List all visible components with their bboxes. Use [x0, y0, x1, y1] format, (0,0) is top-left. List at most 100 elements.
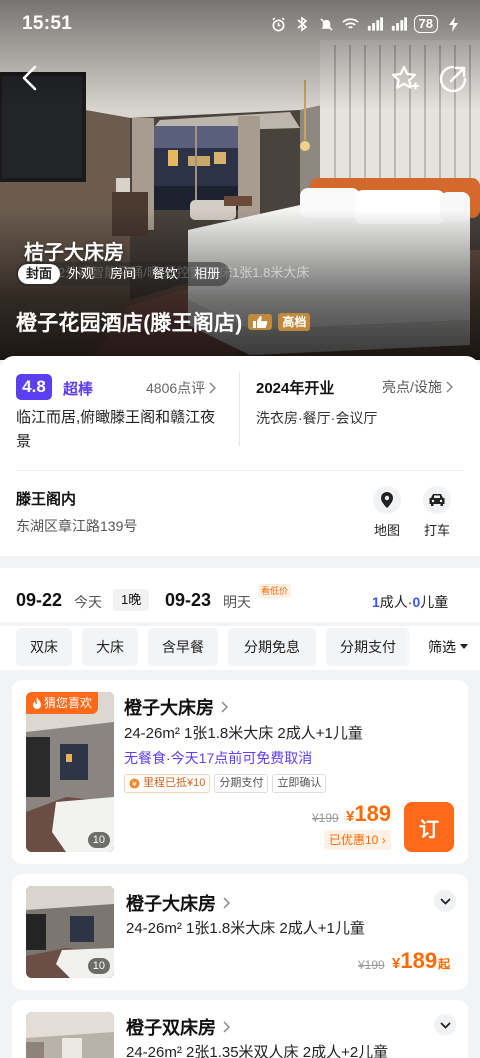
chevron-right-icon	[223, 897, 230, 909]
back-arrow-icon	[22, 65, 37, 91]
filter-label: 筛选	[428, 639, 456, 655]
room-card[interactable]: 猜您喜欢 10 橙子大床房 24-26m² 1张1.8米大床 2成人+1儿童 无…	[12, 680, 468, 864]
room-card[interactable]: 橙子双床房 24-26m² 2张1.35米双人床 2成人+2儿童	[12, 1000, 468, 1058]
photo-tab-room[interactable]: 房间	[102, 264, 144, 284]
thumbs-up-badge-icon	[248, 314, 273, 330]
room-title[interactable]: 橙子双床房	[126, 1014, 230, 1040]
mileage-tag-label: 里程已抵¥10	[143, 777, 206, 789]
photo-count: 10	[87, 832, 110, 848]
facility-list: 洗衣房·餐厅·会议厅	[256, 410, 378, 426]
favorite-button[interactable]	[388, 62, 422, 96]
svg-text:¥: ¥	[132, 779, 137, 788]
grade-badge: 高档	[278, 313, 311, 331]
photo-tab-album[interactable]: 相册	[186, 264, 228, 284]
room-spec: 24-26m² 1张1.8米大床 2成人+1儿童	[126, 920, 365, 937]
flame-icon	[33, 697, 41, 709]
status-time: 15:51	[22, 13, 73, 34]
current-price: ¥189起	[392, 948, 450, 974]
children-label: 儿童	[420, 594, 449, 610]
hotel-detail-page: 15:51 78 桔子大床房 封面 外观 房间 餐饮 相册 橙子花园酒店(滕王阁…	[0, 0, 480, 1058]
filter-chip-twin[interactable]: 双床	[16, 628, 72, 666]
map-label: 地图	[373, 523, 400, 538]
alarm-icon	[270, 16, 287, 33]
taxi-button[interactable]: 打车	[420, 486, 454, 539]
photo-tab-cover[interactable]: 封面	[18, 264, 61, 284]
room-name: 橙子双床房	[126, 1018, 216, 1038]
checkin-date[interactable]: 09-22	[16, 590, 62, 611]
charging-icon	[445, 16, 462, 33]
filter-chip-breakfast[interactable]: 含早餐	[148, 628, 218, 666]
hotel-photo-gallery[interactable]: 15:51 78 桔子大床房 封面 外观 房间 餐饮 相册 橙子花园酒店(滕王阁…	[0, 0, 480, 360]
rating-score[interactable]: 4.8	[16, 374, 52, 400]
rating-word[interactable]: 超棒	[63, 378, 93, 399]
room-policy: 无餐食·今天17点前可免费取消	[124, 750, 313, 766]
room-spec: 24-26m² 2张1.35米双人床 2成人+2儿童	[126, 1044, 389, 1058]
chevron-right-icon: ›	[381, 833, 386, 847]
caret-down-icon	[460, 644, 468, 649]
room-photo	[26, 1012, 114, 1058]
hotel-address[interactable]: 东湖区章江路139号	[16, 516, 137, 536]
hotel-name-row: 橙子花园酒店(滕王阁店) 高档	[16, 307, 311, 337]
signal-icon-2	[390, 16, 407, 33]
room-thumbnail[interactable]: 10	[26, 886, 114, 978]
facilities-link[interactable]: 亮点/设施	[382, 377, 453, 397]
hotel-name: 橙子花园酒店(滕王阁店)	[16, 312, 243, 335]
room-name: 橙子大床房	[124, 698, 214, 718]
guess-tag-label: 猜您喜欢	[44, 696, 93, 710]
signal-icon-1	[366, 16, 383, 33]
filter-chip-interest-free[interactable]: 分期免息	[228, 628, 316, 666]
area-name: 滕王阁内	[16, 491, 77, 508]
discount-amount[interactable]: 已优惠10 ›	[324, 830, 391, 850]
car-icon	[423, 486, 451, 514]
checkout-day: 明天	[223, 594, 251, 610]
photo-category-tabs: 封面 外观 房间 餐饮 相册	[16, 262, 231, 286]
filter-button[interactable]: 筛选	[416, 628, 480, 666]
room-thumbnail[interactable]	[26, 1012, 114, 1058]
reviews-link[interactable]: 4806点评	[146, 378, 217, 398]
coin-icon: ¥	[129, 778, 140, 789]
room-card[interactable]: 10 橙子大床房 24-26m² 1张1.8米大床 2成人+1儿童 ¥199 ¥…	[12, 874, 468, 990]
current-price: ¥189	[346, 801, 391, 827]
room-thumbnail[interactable]: 猜您喜欢 10	[26, 692, 114, 852]
low-price-tag[interactable]: 看低价	[258, 584, 292, 598]
room-title[interactable]: 橙子大床房	[124, 694, 228, 720]
expand-button[interactable]	[434, 1014, 456, 1036]
chevron-right-icon	[209, 382, 217, 394]
filter-chip-double[interactable]: 大床	[82, 628, 138, 666]
star-icon	[392, 65, 419, 90]
status-bar: 15:51 78	[0, 0, 480, 48]
room-photo	[26, 692, 114, 852]
book-button[interactable]: 订	[404, 802, 454, 852]
room-title[interactable]: 橙子大床房	[126, 890, 230, 916]
room-spec: 24-26m² 1张1.8米大床 2成人+1儿童	[124, 725, 363, 742]
photo-tab-dining[interactable]: 餐饮	[144, 264, 186, 284]
review-highlight: 临江而居,俯瞰滕王阁和赣江夜景	[16, 409, 216, 450]
filter-chip-installment[interactable]: 分期支付	[326, 628, 410, 666]
share-icon	[439, 65, 467, 93]
guess-you-like-tag: 猜您喜欢	[26, 692, 99, 714]
wifi-icon	[341, 16, 359, 33]
status-icons: 78	[270, 15, 462, 33]
map-button[interactable]: 地图	[370, 486, 404, 539]
photo-tab-exterior[interactable]: 外观	[60, 264, 102, 284]
chevron-right-icon	[446, 381, 453, 393]
adults-count: 1	[372, 594, 380, 610]
guest-selector[interactable]: 1成人·0儿童	[372, 592, 448, 612]
chevron-right-icon	[223, 1021, 230, 1033]
share-button[interactable]	[436, 62, 470, 96]
installment-tag: 分期支付	[214, 774, 269, 793]
divider	[16, 470, 464, 471]
checkout-date[interactable]: 09-23	[165, 590, 211, 611]
instant-confirm-tag: 立即确认	[272, 774, 327, 793]
mileage-tag: ¥ 里程已抵¥10	[124, 774, 211, 793]
expand-button[interactable]	[434, 890, 456, 912]
taxi-label: 打车	[423, 523, 450, 538]
nights-count: 1晚	[113, 589, 150, 611]
adults-label: 成人	[379, 594, 408, 610]
back-button[interactable]	[14, 62, 46, 94]
room-tags: ¥ 里程已抵¥10 分期支付 立即确认	[124, 774, 327, 793]
photo-caption: 桔子大床房	[24, 242, 124, 264]
battery-level: 78	[413, 15, 438, 33]
mute-icon	[318, 16, 335, 33]
discount-label: 已优惠10	[329, 833, 379, 847]
